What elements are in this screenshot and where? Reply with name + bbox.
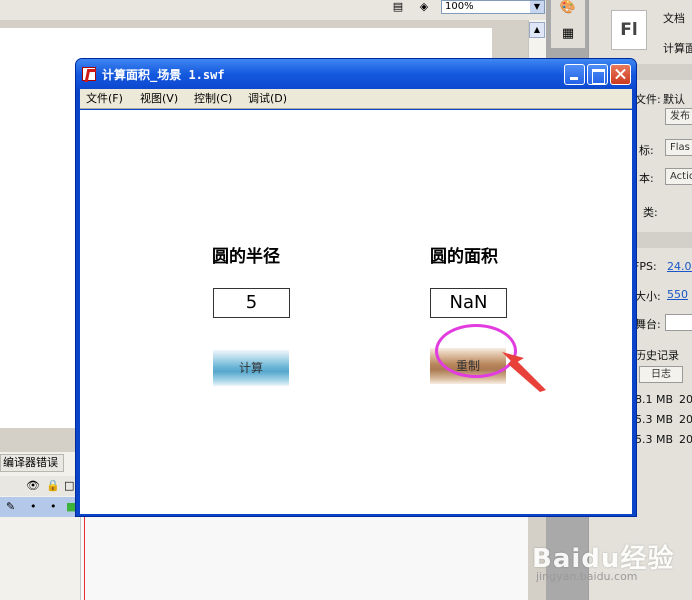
dot-icon: •: [50, 500, 57, 513]
edit-scene-icon[interactable]: ▤: [388, 0, 408, 14]
window-title: 计算面积_场景 1.swf: [102, 68, 225, 82]
tab-compiler-errors[interactable]: 编译器错误: [0, 454, 64, 472]
eye-icon[interactable]: 👁: [26, 479, 40, 493]
area-label: 圆的面积: [430, 247, 498, 267]
doc-name: 计算面: [663, 42, 692, 55]
grid-icon[interactable]: ▦: [559, 26, 577, 42]
menu-control[interactable]: 控制(C): [194, 91, 232, 106]
publish-button[interactable]: 发布: [665, 108, 692, 125]
timeline-layer-row[interactable]: ✎ • • ■: [0, 497, 80, 517]
log-button[interactable]: 日志: [639, 366, 683, 383]
minimize-button[interactable]: [564, 64, 585, 85]
history-date: 20: [679, 393, 692, 406]
ide-tools-panel: 🎨 ▦: [551, 0, 585, 48]
menu-debug[interactable]: 调试(D): [248, 91, 287, 106]
arrow-shaft: [508, 358, 546, 392]
chevron-down-icon[interactable]: ▼: [530, 1, 544, 13]
history-size: 5.3 MB: [635, 433, 674, 446]
watermark-url: jingyan.baidu.com: [536, 570, 638, 583]
zoom-dropdown[interactable]: 100% ▼: [441, 0, 545, 14]
radius-label: 圆的半径: [212, 247, 280, 267]
window-titlebar[interactable]: 计算面积_场景 1.swf: [76, 59, 636, 89]
timeline-playhead[interactable]: [84, 508, 85, 600]
flash-document-icon: Fl: [611, 10, 647, 50]
history-date: 20: [679, 413, 692, 426]
timeline-header: 👁 🔒 □: [0, 476, 80, 496]
menu-view[interactable]: 视图(V): [140, 91, 178, 106]
edit-symbol-icon[interactable]: ◈: [414, 0, 434, 14]
swf-stage: 圆的半径 圆的面积 5 NaN 计算 重制: [80, 110, 632, 514]
menu-file[interactable]: 文件(F): [86, 91, 123, 106]
maximize-button[interactable]: [587, 64, 608, 85]
history-label: 历史记录: [635, 349, 679, 362]
size-value[interactable]: 550: [667, 288, 688, 301]
area-output: NaN: [430, 288, 507, 318]
script-label: 本:: [639, 172, 654, 185]
history-size: 8.1 MB: [635, 393, 674, 406]
history-size: 5.3 MB: [635, 413, 674, 426]
lock-icon[interactable]: 🔒: [46, 479, 60, 493]
script-dropdown[interactable]: Actio: [665, 168, 692, 185]
outline-icon[interactable]: □: [64, 479, 74, 493]
swf-player-window: 计算面积_场景 1.swf 文件(F) 视图(V) 控制(C) 调试(D) 圆的…: [75, 58, 637, 517]
watermark: Baidu经验 jingyan.baidu.com: [532, 538, 692, 600]
doc-label: 文档: [663, 12, 685, 25]
player-dropdown[interactable]: Flas: [665, 139, 692, 156]
zoom-value: 100%: [445, 1, 474, 12]
stage-color-swatch[interactable]: [665, 314, 692, 331]
menu-bar: 文件(F) 视图(V) 控制(C) 调试(D): [80, 89, 632, 109]
pencil-icon: ✎: [6, 500, 16, 513]
player-label: 标:: [639, 144, 654, 157]
ide-toolbar: ▤ ◈ 100% ▼: [0, 0, 548, 20]
size-label: 大小:: [635, 290, 661, 303]
radius-input[interactable]: 5: [213, 288, 290, 318]
flash-player-icon: [82, 67, 96, 81]
publish-file-value: 默认: [663, 93, 685, 106]
history-date: 20: [679, 433, 692, 446]
scroll-up-icon[interactable]: ▲: [529, 22, 545, 38]
stage-label: 舞台:: [635, 318, 661, 331]
dot-icon: •: [30, 500, 37, 513]
close-button[interactable]: [610, 64, 631, 85]
annotation-arrow-icon: [502, 352, 546, 392]
calculate-button[interactable]: 计算: [213, 350, 289, 386]
class-label: 类:: [643, 206, 658, 219]
fps-value[interactable]: 24.00: [667, 260, 692, 273]
color-palette-icon[interactable]: 🎨: [559, 0, 577, 16]
publish-file-label: 文件:: [635, 93, 661, 106]
